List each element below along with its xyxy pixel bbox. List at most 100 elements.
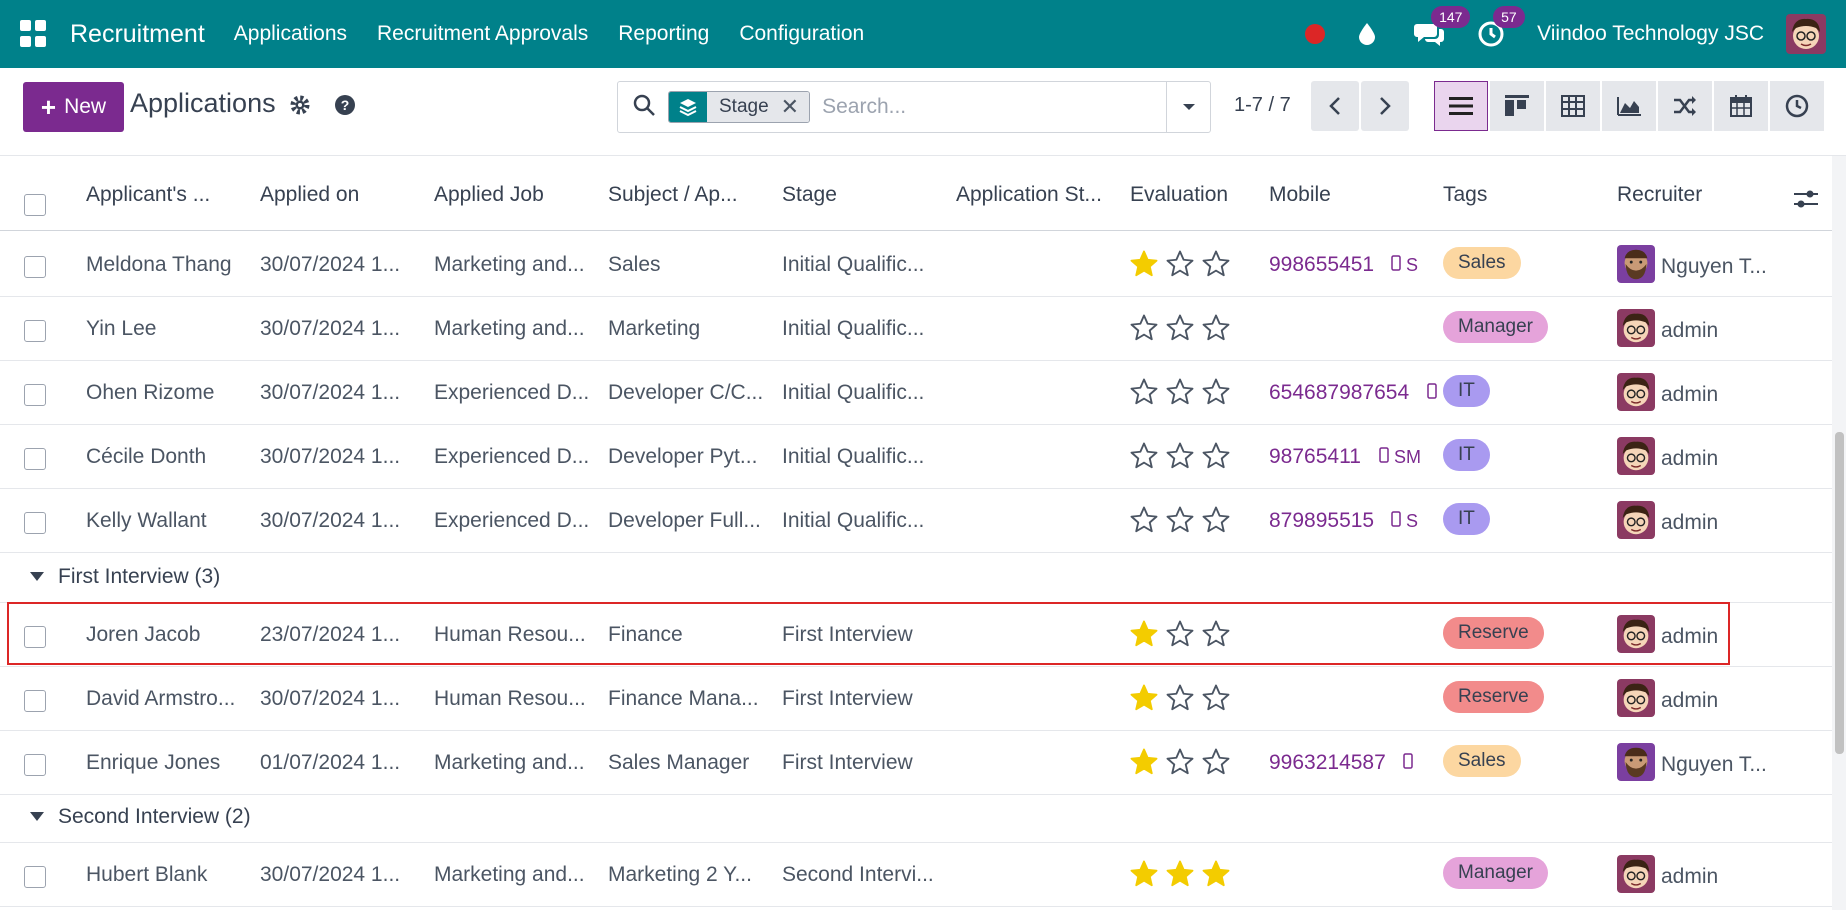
search-icon[interactable] bbox=[632, 93, 656, 122]
recruiter-name[interactable]: admin bbox=[1661, 447, 1718, 471]
column-mobile[interactable]: Mobile bbox=[1269, 183, 1429, 207]
recruiter-name[interactable]: admin bbox=[1661, 383, 1718, 407]
scrollbar-thumb[interactable] bbox=[1835, 432, 1844, 754]
pager-next-button[interactable] bbox=[1361, 81, 1409, 131]
subject-cell[interactable]: Sales Manager bbox=[608, 751, 770, 775]
column-tags[interactable]: Tags bbox=[1443, 183, 1603, 207]
star-icon[interactable] bbox=[1165, 683, 1195, 718]
applied-job-cell[interactable]: Human Resou... bbox=[434, 623, 596, 647]
applied-job-cell[interactable]: Experienced D... bbox=[434, 381, 596, 405]
cohort-view-button[interactable] bbox=[1658, 81, 1712, 131]
applied-on-cell[interactable]: 30/07/2024 1... bbox=[260, 863, 420, 887]
applied-on-cell[interactable]: 30/07/2024 1... bbox=[260, 253, 420, 277]
row-checkbox[interactable] bbox=[24, 626, 46, 648]
recruiter-name[interactable]: Nguyen T... bbox=[1661, 255, 1767, 279]
applied-on-cell[interactable]: 01/07/2024 1... bbox=[260, 751, 420, 775]
stage-cell[interactable]: Initial Qualific... bbox=[782, 509, 942, 533]
subject-cell[interactable]: Sales bbox=[608, 253, 770, 277]
evaluation-stars[interactable] bbox=[1129, 683, 1237, 718]
menu-reporting[interactable]: Reporting bbox=[618, 22, 709, 46]
recruiter-name[interactable]: admin bbox=[1661, 319, 1718, 343]
applied-on-cell[interactable]: 30/07/2024 1... bbox=[260, 381, 420, 405]
sms-button[interactable] bbox=[1403, 753, 1440, 774]
mobile-cell[interactable]: 654687987654 bbox=[1269, 381, 1419, 405]
column-recruiter[interactable]: Recruiter bbox=[1617, 183, 1777, 207]
column-evaluation[interactable]: Evaluation bbox=[1130, 183, 1260, 207]
column-application-status[interactable]: Application St... bbox=[956, 183, 1112, 207]
search-input[interactable] bbox=[822, 95, 1123, 119]
recruiter-name[interactable]: admin bbox=[1661, 689, 1718, 713]
applicant-name-cell[interactable]: Hubert Blank bbox=[86, 863, 252, 887]
star-icon[interactable] bbox=[1201, 619, 1231, 654]
recruiter-avatar[interactable] bbox=[1617, 615, 1655, 653]
subject-cell[interactable]: Developer Pyt... bbox=[608, 445, 770, 469]
row-checkbox[interactable] bbox=[24, 512, 46, 534]
recruiter-avatar[interactable] bbox=[1617, 679, 1655, 717]
table-row[interactable]: David Armstro... 30/07/2024 1... Human Res… bbox=[0, 667, 1832, 731]
star-icon[interactable] bbox=[1129, 441, 1159, 476]
vertical-scrollbar[interactable] bbox=[1832, 156, 1846, 910]
star-icon[interactable] bbox=[1201, 683, 1231, 718]
activities-clock-icon[interactable]: 57 bbox=[1475, 6, 1525, 50]
star-icon[interactable] bbox=[1129, 747, 1159, 782]
evaluation-stars[interactable] bbox=[1129, 747, 1237, 782]
pager-value[interactable]: 1-7 / 7 bbox=[1234, 94, 1291, 117]
menu-applications[interactable]: Applications bbox=[234, 22, 347, 46]
evaluation-stars[interactable] bbox=[1129, 619, 1237, 654]
mobile-cell[interactable]: 9963214587 bbox=[1269, 751, 1419, 775]
messages-icon[interactable]: 147 bbox=[1413, 6, 1471, 50]
app-title[interactable]: Recruitment bbox=[70, 20, 205, 49]
stage-cell[interactable]: Second Intervi... bbox=[782, 863, 942, 887]
evaluation-stars[interactable] bbox=[1129, 441, 1237, 476]
column-applicant-name[interactable]: Applicant's ... bbox=[86, 183, 246, 207]
star-icon[interactable] bbox=[1165, 859, 1195, 894]
recruiter-name[interactable]: admin bbox=[1661, 511, 1718, 535]
table-row[interactable]: Joren Jacob 23/07/2024 1... Human Resou...… bbox=[0, 603, 1832, 667]
graph-view-button[interactable] bbox=[1602, 81, 1656, 131]
recruiter-name[interactable]: admin bbox=[1661, 865, 1718, 889]
stage-cell[interactable]: Initial Qualific... bbox=[782, 445, 942, 469]
new-button[interactable]: + New bbox=[23, 82, 124, 132]
evaluation-stars[interactable] bbox=[1129, 249, 1237, 284]
search-options-toggle[interactable] bbox=[1166, 82, 1210, 132]
column-stage[interactable]: Stage bbox=[782, 183, 942, 207]
recording-indicator-icon[interactable] bbox=[1305, 24, 1326, 44]
table-row[interactable]: Ohen Rizome 30/07/2024 1... Experienced D.… bbox=[0, 361, 1832, 425]
star-icon[interactable] bbox=[1165, 747, 1195, 782]
applicant-name-cell[interactable]: David Armstro... bbox=[86, 687, 252, 711]
applied-job-cell[interactable]: Experienced D... bbox=[434, 509, 596, 533]
star-icon[interactable] bbox=[1165, 619, 1195, 654]
recruiter-name[interactable]: admin bbox=[1661, 625, 1718, 649]
evaluation-stars[interactable] bbox=[1129, 505, 1237, 540]
user-avatar[interactable] bbox=[1786, 14, 1826, 54]
applied-job-cell[interactable]: Marketing and... bbox=[434, 253, 596, 277]
drop-icon[interactable] bbox=[1351, 18, 1383, 50]
subject-cell[interactable]: Finance bbox=[608, 623, 770, 647]
star-icon[interactable] bbox=[1201, 747, 1231, 782]
star-icon[interactable] bbox=[1201, 505, 1231, 540]
recruiter-avatar[interactable] bbox=[1617, 855, 1655, 893]
applicant-name-cell[interactable]: Kelly Wallant bbox=[86, 509, 252, 533]
kanban-view-button[interactable] bbox=[1490, 81, 1544, 131]
star-icon[interactable] bbox=[1165, 313, 1195, 348]
applicant-name-cell[interactable]: Enrique Jones bbox=[86, 751, 252, 775]
calendar-view-button[interactable] bbox=[1714, 81, 1768, 131]
row-checkbox[interactable] bbox=[24, 754, 46, 776]
column-applied-on[interactable]: Applied on bbox=[260, 183, 420, 207]
table-row[interactable]: Cécile Donth 30/07/2024 1... Experienced D… bbox=[0, 425, 1832, 489]
sms-button[interactable]: S bbox=[1391, 511, 1440, 532]
applied-on-cell[interactable]: 30/07/2024 1... bbox=[260, 445, 420, 469]
activity-view-button[interactable] bbox=[1770, 81, 1824, 131]
table-row[interactable]: Kelly Wallant 30/07/2024 1... Experienced … bbox=[0, 489, 1832, 553]
recruiter-name[interactable]: Nguyen T... bbox=[1661, 753, 1767, 777]
table-row[interactable]: Meldona Thang 30/07/2024 1... Marketing an… bbox=[0, 233, 1832, 297]
menu-configuration[interactable]: Configuration bbox=[739, 22, 864, 46]
select-all-checkbox[interactable] bbox=[24, 194, 46, 216]
stage-cell[interactable]: First Interview bbox=[782, 687, 942, 711]
subject-cell[interactable]: Developer Full... bbox=[608, 509, 770, 533]
row-checkbox[interactable] bbox=[24, 690, 46, 712]
applied-job-cell[interactable]: Marketing and... bbox=[434, 863, 596, 887]
star-icon[interactable] bbox=[1201, 859, 1231, 894]
help-icon[interactable]: ? bbox=[334, 94, 356, 121]
group-second-interview[interactable]: Second Interview (2) bbox=[0, 793, 1832, 843]
